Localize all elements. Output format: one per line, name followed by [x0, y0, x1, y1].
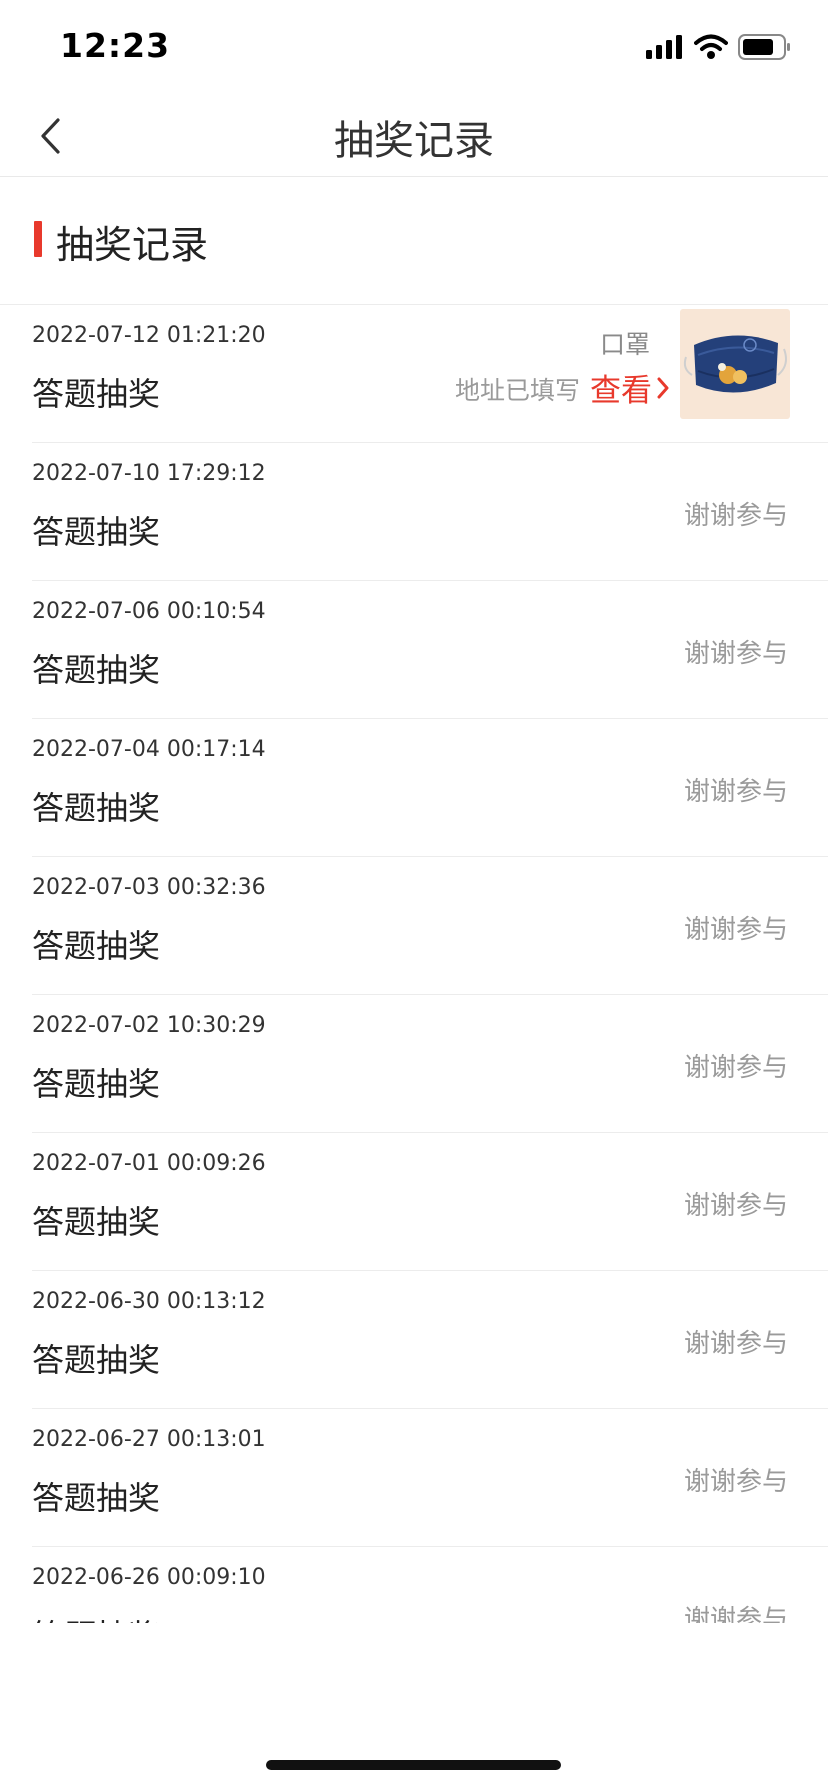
status-icons: [646, 34, 792, 60]
section-title: 抽奖记录: [56, 223, 209, 267]
record-time: 2022-07-03 00:32:36: [32, 875, 266, 900]
record-row[interactable]: 2022-07-10 17:29:12 答题抽奖 谢谢参与: [32, 443, 828, 581]
record-result: 谢谢参与: [683, 1191, 788, 1221]
record-time: 2022-06-26 00:09:10: [32, 1565, 266, 1590]
section-header: 抽奖记录: [0, 176, 828, 304]
record-row[interactable]: 2022-07-04 00:17:14 答题抽奖 谢谢参与: [32, 719, 828, 857]
record-result: 谢谢参与: [683, 1329, 788, 1359]
record-type: 答题抽奖: [32, 1341, 161, 1379]
record-time: 2022-07-04 00:17:14: [32, 737, 266, 762]
chevron-right-icon: [657, 377, 669, 398]
record-row[interactable]: 2022-07-01 00:09:26 答题抽奖 谢谢参与: [32, 1133, 828, 1271]
wifi-icon: [694, 34, 728, 59]
view-prize-link[interactable]: 查看: [590, 365, 670, 410]
records-list[interactable]: 2022-07-12 01:21:20 答题抽奖 口罩 地址已填写 查看 202…: [0, 304, 828, 1623]
record-time: 2022-07-06 00:10:54: [32, 599, 266, 624]
record-result: 谢谢参与: [683, 915, 788, 945]
record-type: 答题抽奖: [32, 513, 161, 551]
record-row[interactable]: 2022-06-26 00:09:10 答题抽奖 谢谢参与: [32, 1547, 828, 1623]
record-result: 谢谢参与: [683, 777, 788, 807]
record-type: 答题抽奖: [32, 1611, 160, 1623]
record-time: 2022-06-30 00:13:12: [32, 1289, 266, 1314]
record-result: 谢谢参与: [683, 1605, 788, 1623]
record-time: 2022-07-02 10:30:29: [32, 1013, 266, 1038]
prize-name: 口罩: [599, 330, 650, 359]
mask-image[interactable]: [680, 309, 790, 419]
section-accent-bar: [34, 221, 42, 257]
record-result: 谢谢参与: [683, 1053, 788, 1083]
record-type: 答题抽奖: [32, 375, 161, 413]
record-row[interactable]: 2022-06-27 00:13:01 答题抽奖 谢谢参与: [32, 1409, 828, 1547]
record-time: 2022-06-27 00:13:01: [32, 1427, 266, 1452]
record-type: 答题抽奖: [32, 927, 161, 965]
status-bar: 12:23: [0, 0, 828, 96]
record-row[interactable]: 2022-07-06 00:10:54 答题抽奖 谢谢参与: [32, 581, 828, 719]
record-result: 谢谢参与: [683, 1467, 788, 1497]
record-time: 2022-07-10 17:29:12: [32, 461, 266, 486]
nav-bar: 抽奖记录: [0, 96, 828, 177]
record-row[interactable]: 2022-07-02 10:30:29 答题抽奖 谢谢参与: [32, 995, 828, 1133]
record-type: 答题抽奖: [32, 651, 161, 689]
address-status: 地址已填写: [454, 376, 580, 405]
record-type: 答题抽奖: [32, 1203, 161, 1241]
mask-illustration: [683, 335, 787, 393]
view-label: 查看: [590, 373, 652, 409]
record-result: 谢谢参与: [683, 501, 788, 531]
record-time: 2022-07-01 00:09:26: [32, 1151, 266, 1176]
record-row[interactable]: 2022-07-03 00:32:36 答题抽奖 谢谢参与: [32, 857, 828, 995]
record-type: 答题抽奖: [32, 1479, 161, 1517]
record-type: 答题抽奖: [32, 789, 161, 827]
record-result: 谢谢参与: [683, 639, 788, 669]
record-row[interactable]: 2022-06-30 00:13:12 答题抽奖 谢谢参与: [32, 1271, 828, 1409]
home-indicator[interactable]: [266, 1760, 561, 1770]
status-time: 12:23: [60, 26, 171, 65]
record-type: 答题抽奖: [32, 1065, 161, 1103]
cellular-signal-icon: [646, 35, 682, 59]
page-title: 抽奖记录: [334, 118, 494, 164]
record-time: 2022-07-12 01:21:20: [32, 323, 266, 348]
battery-icon: [738, 34, 790, 60]
record-row[interactable]: 2022-07-12 01:21:20 答题抽奖 口罩 地址已填写 查看: [32, 305, 828, 443]
